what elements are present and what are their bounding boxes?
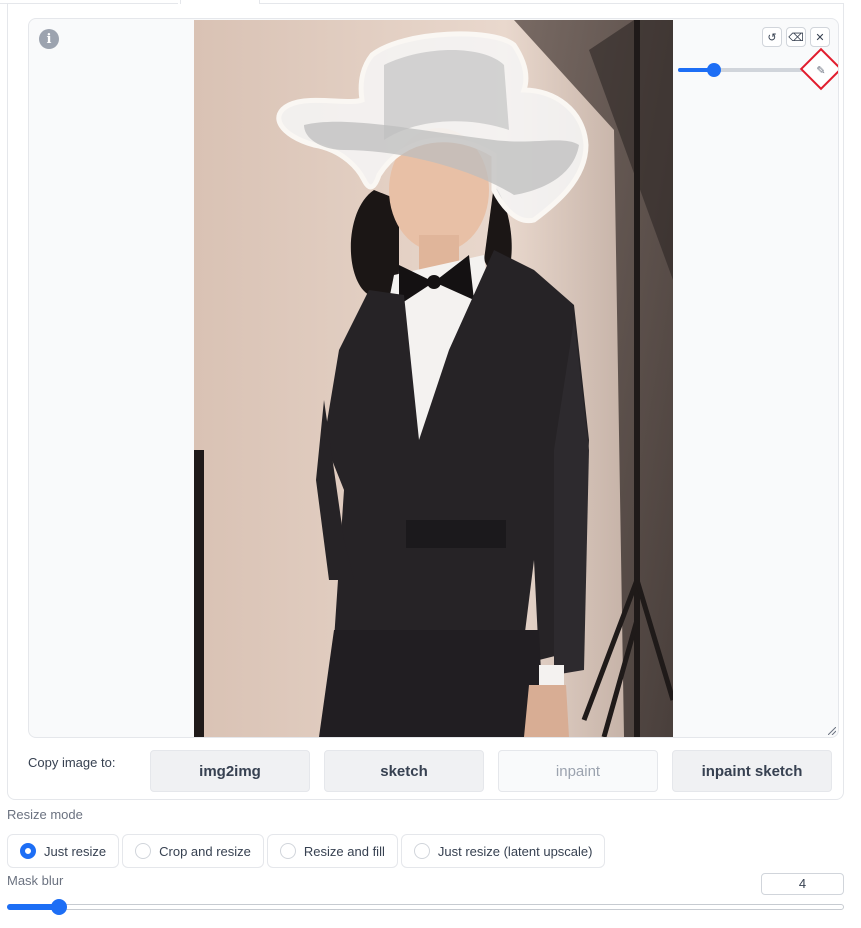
resize-mode-label: Resize mode xyxy=(7,807,83,822)
info-icon[interactable]: i xyxy=(39,29,59,49)
radio-resize-and-fill[interactable]: Resize and fill xyxy=(266,834,398,868)
eraser-icon[interactable]: ⌫ xyxy=(786,27,806,47)
radio-dot[interactable] xyxy=(279,843,296,859)
radio-dot[interactable] xyxy=(135,843,152,859)
mask-blur-track[interactable] xyxy=(7,904,844,910)
radio-dot[interactable] xyxy=(413,843,430,859)
mask-blur-thumb[interactable] xyxy=(51,899,68,915)
radio-label: Just resize xyxy=(44,843,107,859)
radio-label: Crop and resize xyxy=(159,843,251,859)
resize-mode-radio-group: Just resize Crop and resize Resize and f… xyxy=(7,834,606,868)
input-image[interactable] xyxy=(194,20,673,737)
brush-size-slider[interactable] xyxy=(678,63,808,77)
copy-to-inpaint-button: inpaint xyxy=(498,750,658,792)
brush-size-thumb[interactable] xyxy=(707,63,722,77)
copy-to-img2img-button[interactable]: img2img xyxy=(150,750,310,792)
mask-blur-slider[interactable] xyxy=(7,899,844,915)
editor-toolbar: ↺ ⌫ ✕ xyxy=(762,27,830,47)
copy-to-sketch-button[interactable]: sketch xyxy=(324,750,484,792)
resize-handle-icon[interactable] xyxy=(828,727,836,735)
inpaint-panel: i ↺ ⌫ ✕ ✎ Copy image to: xyxy=(7,4,844,800)
radio-dot[interactable] xyxy=(20,843,36,859)
brush-icon[interactable]: ✎ xyxy=(812,61,830,79)
mask-blur-number-input[interactable]: 4 xyxy=(761,873,844,895)
image-editor[interactable]: i ↺ ⌫ ✕ ✎ xyxy=(28,18,839,738)
radio-just-resize[interactable]: Just resize xyxy=(7,834,120,868)
close-icon[interactable]: ✕ xyxy=(810,27,830,47)
undo-icon[interactable]: ↺ xyxy=(762,27,782,47)
radio-label: Resize and fill xyxy=(303,843,385,859)
radio-latent-upscale[interactable]: Just resize (latent upscale) xyxy=(400,834,606,868)
mask-blur-label: Mask blur xyxy=(7,873,64,888)
copy-to-inpaint-sketch-button[interactable]: inpaint sketch xyxy=(672,750,832,792)
radio-label: Just resize (latent upscale) xyxy=(437,843,593,859)
copy-image-label: Copy image to: xyxy=(28,755,116,770)
radio-crop-and-resize[interactable]: Crop and resize xyxy=(122,834,264,868)
